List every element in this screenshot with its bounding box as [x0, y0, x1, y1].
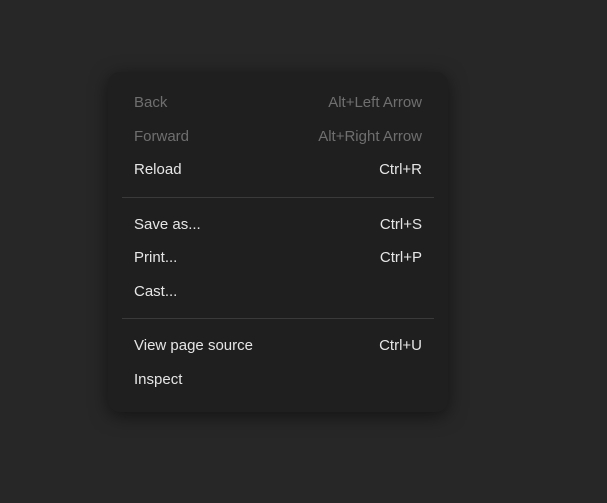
menu-item-label: Back: [134, 93, 167, 113]
menu-separator: [122, 197, 434, 198]
menu-item-reload[interactable]: Reload Ctrl+R: [108, 153, 448, 187]
menu-item-inspect[interactable]: Inspect: [108, 363, 448, 397]
menu-item-print[interactable]: Print... Ctrl+P: [108, 241, 448, 275]
menu-item-shortcut: Ctrl+P: [380, 248, 422, 268]
menu-item-label: Inspect: [134, 370, 182, 390]
menu-item-view-page-source[interactable]: View page source Ctrl+U: [108, 329, 448, 363]
menu-item-label: Reload: [134, 160, 182, 180]
menu-item-shortcut: Ctrl+R: [379, 160, 422, 180]
menu-item-shortcut: Alt+Right Arrow: [318, 127, 422, 147]
context-menu: Back Alt+Left Arrow Forward Alt+Right Ar…: [108, 72, 448, 412]
menu-item-label: Save as...: [134, 215, 201, 235]
menu-item-label: Print...: [134, 248, 177, 268]
menu-item-label: Forward: [134, 127, 189, 147]
menu-item-shortcut: Ctrl+S: [380, 215, 422, 235]
menu-item-cast[interactable]: Cast...: [108, 275, 448, 309]
menu-item-forward[interactable]: Forward Alt+Right Arrow: [108, 120, 448, 154]
menu-separator: [122, 318, 434, 319]
menu-item-label: Cast...: [134, 282, 177, 302]
menu-item-back[interactable]: Back Alt+Left Arrow: [108, 86, 448, 120]
menu-item-shortcut: Ctrl+U: [379, 336, 422, 356]
menu-item-shortcut: Alt+Left Arrow: [328, 93, 422, 113]
menu-item-save-as[interactable]: Save as... Ctrl+S: [108, 208, 448, 242]
menu-item-label: View page source: [134, 336, 253, 356]
